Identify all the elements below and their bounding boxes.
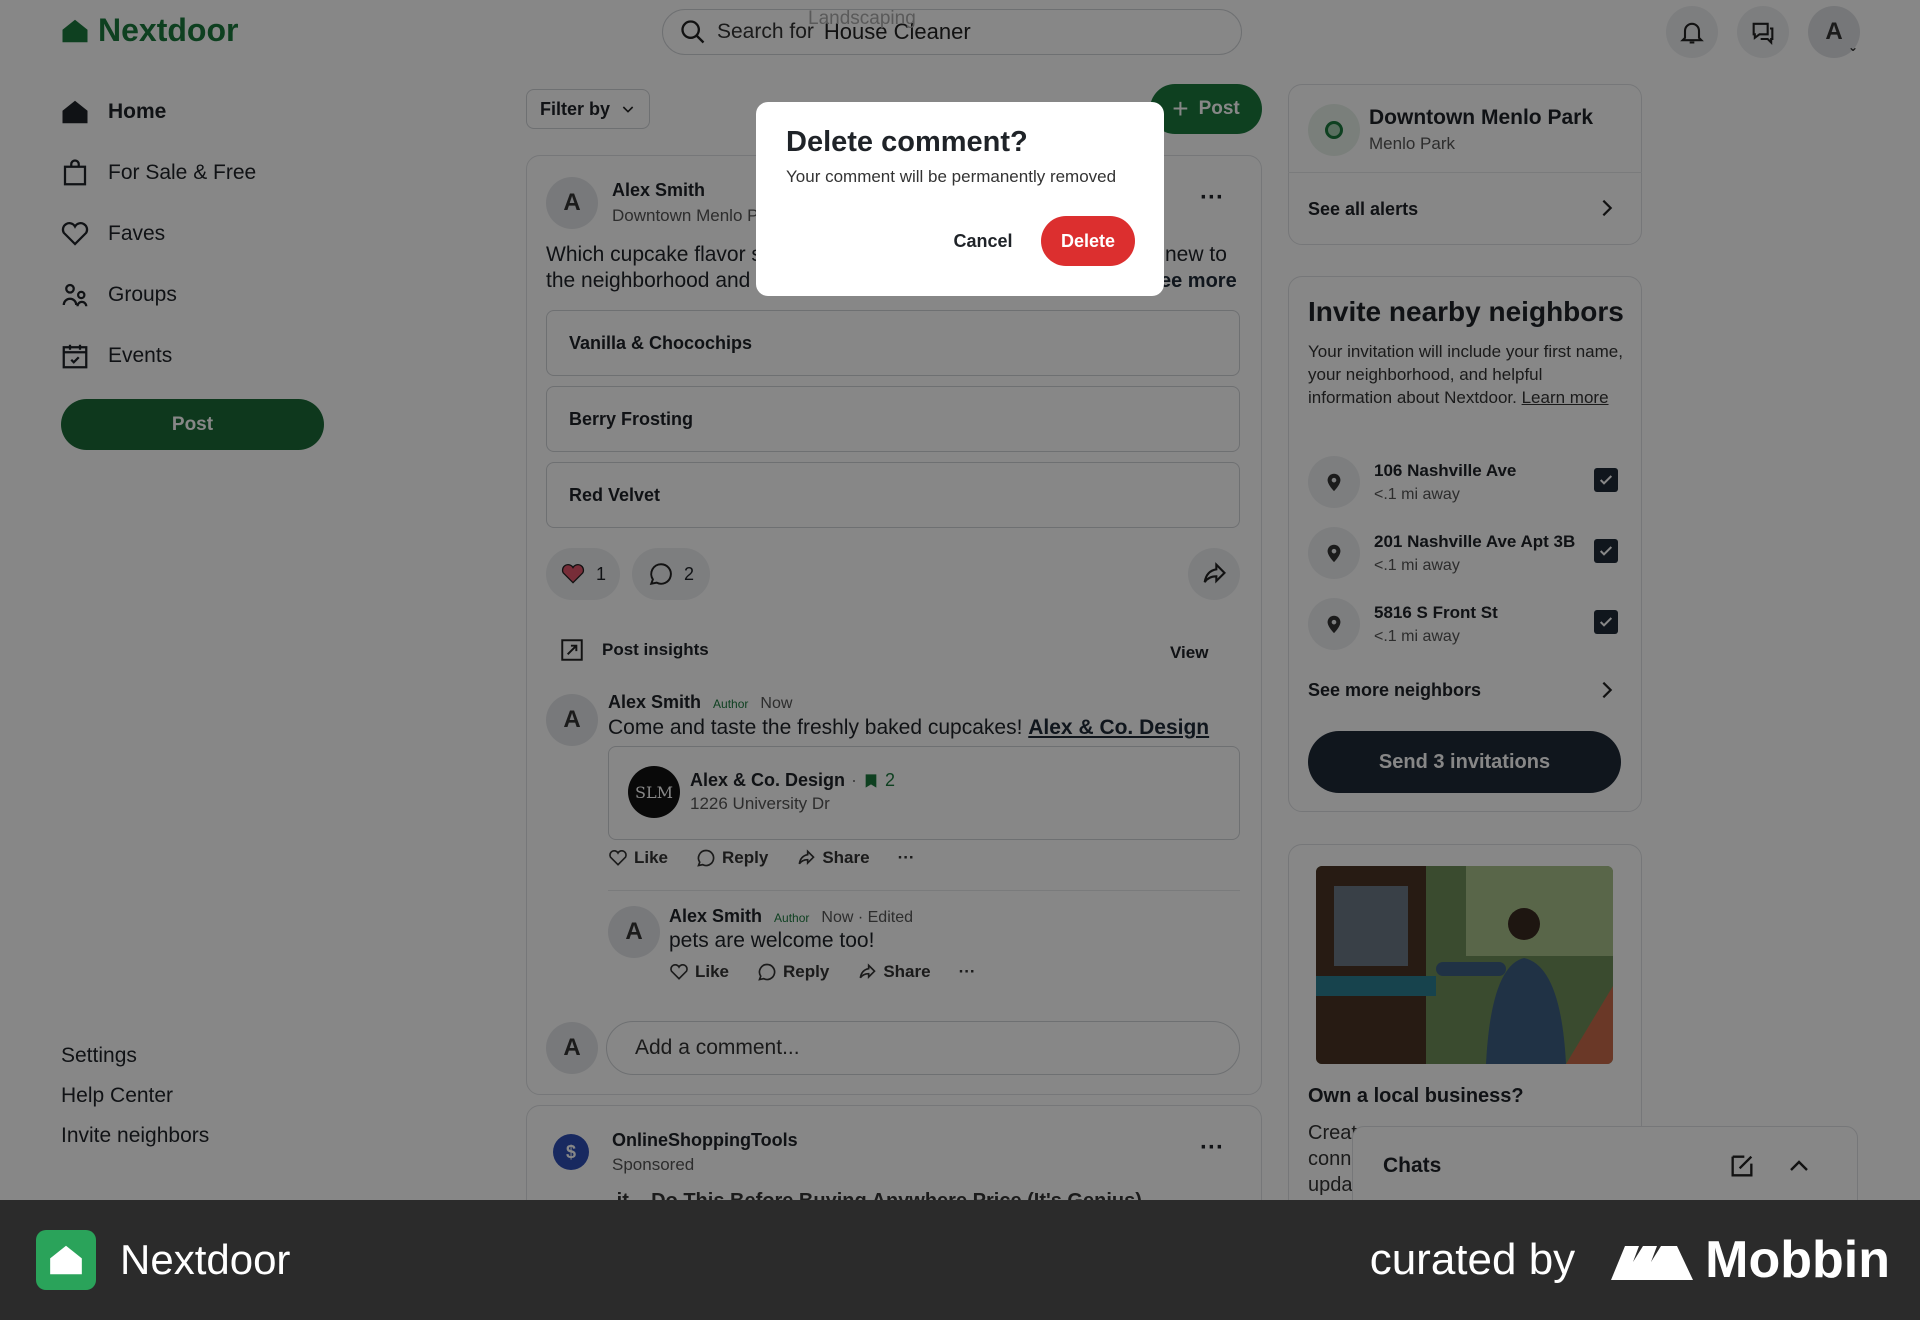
cancel-button[interactable]: Cancel [934,216,1032,266]
mobbin-footer-bar: Nextdoor curated by Mobbin [0,1200,1920,1320]
curated-by-label: curated by [1369,1235,1576,1284]
dialog-title: Delete comment? [786,126,1028,158]
mobbin-wordmark: Mobbin [1705,1231,1890,1289]
footer-app-name: Nextdoor [120,1236,291,1283]
page: Nextdoor Search for House Cleaner Landsc… [0,0,1920,1200]
delete-comment-dialog: Delete comment? Your comment will be per… [756,102,1164,296]
dialog-message: Your comment will be permanently removed [786,167,1117,186]
app-icon [36,1230,96,1290]
mobbin-logo: Mobbin [1611,1230,1890,1290]
footer-app-brand: Nextdoor [36,1230,290,1290]
curated-by: curated by Mobbin [1370,1230,1890,1290]
delete-button[interactable]: Delete [1041,216,1135,266]
mobbin-icon [1611,1246,1694,1280]
